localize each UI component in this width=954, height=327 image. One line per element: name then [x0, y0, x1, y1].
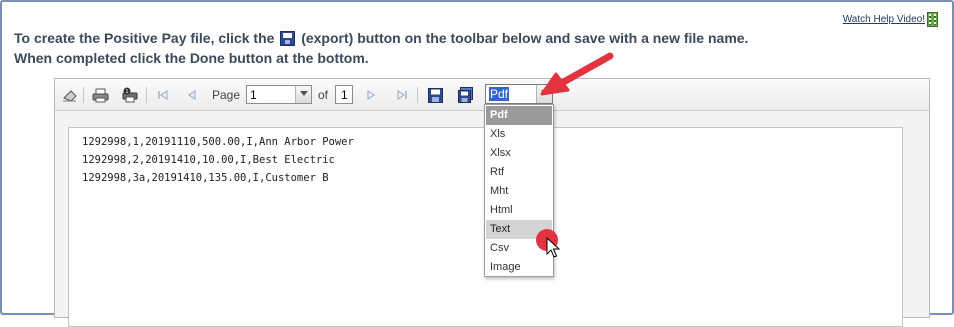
print-icon[interactable]	[90, 86, 110, 104]
format-option-image[interactable]: Image	[486, 258, 552, 277]
format-option-xlsx[interactable]: Xlsx	[486, 144, 552, 163]
export-format-value: Pdf	[489, 87, 510, 101]
document-line: 1292998,2,20191410,10.00,I,Best Electric	[82, 154, 335, 166]
next-page-icon[interactable]	[363, 86, 379, 104]
annotation-arrow-icon	[540, 52, 614, 96]
instruction-line-1: To create the Positive Pay file, click t…	[14, 30, 748, 46]
mouse-pointer-icon	[546, 237, 560, 258]
instruction-text-start: To create the Positive Pay file, click t…	[14, 30, 275, 46]
export-format-dropdown: Pdf Xls Xlsx Rtf Mht Html Text Csv Image	[484, 104, 554, 277]
eraser-icon[interactable]	[61, 86, 79, 104]
format-option-rtf[interactable]: Rtf	[486, 163, 552, 182]
save-icon[interactable]	[426, 86, 444, 104]
format-option-mht[interactable]: Mht	[486, 182, 552, 201]
format-option-pdf[interactable]: Pdf	[486, 106, 552, 125]
instruction-text-end: (export) button on the toolbar below and…	[301, 30, 749, 46]
page-number-select[interactable]: 1	[246, 85, 312, 104]
first-page-icon[interactable]	[154, 86, 172, 104]
page-number-value: 1	[250, 88, 257, 102]
export-icon[interactable]	[457, 86, 475, 104]
watch-help-video-link[interactable]: Watch Help Video!	[843, 14, 925, 25]
toolbar-separator	[83, 87, 84, 103]
document-line: 1292998,3a,20191410,135.00,I,Customer B	[82, 172, 329, 184]
chevron-down-icon[interactable]	[295, 86, 311, 103]
format-option-html[interactable]: Html	[486, 201, 552, 220]
toolbar-separator	[146, 87, 147, 103]
of-label: of	[318, 88, 329, 102]
svg-text:1: 1	[125, 89, 128, 95]
format-option-xls[interactable]: Xls	[486, 125, 552, 144]
total-pages: 1	[335, 85, 353, 104]
print-preview-icon[interactable]: 1	[120, 86, 140, 104]
save-icon	[280, 31, 296, 46]
film-icon[interactable]	[927, 12, 938, 27]
document-line: 1292998,1,20191110,500.00,I,Ann Arbor Po…	[82, 136, 354, 148]
page-label: Page	[212, 88, 241, 102]
instruction-line-2: When completed click the Done button at …	[14, 50, 369, 66]
prev-page-icon[interactable]	[183, 86, 201, 104]
last-page-icon[interactable]	[393, 86, 411, 104]
toolbar-separator	[417, 87, 418, 103]
